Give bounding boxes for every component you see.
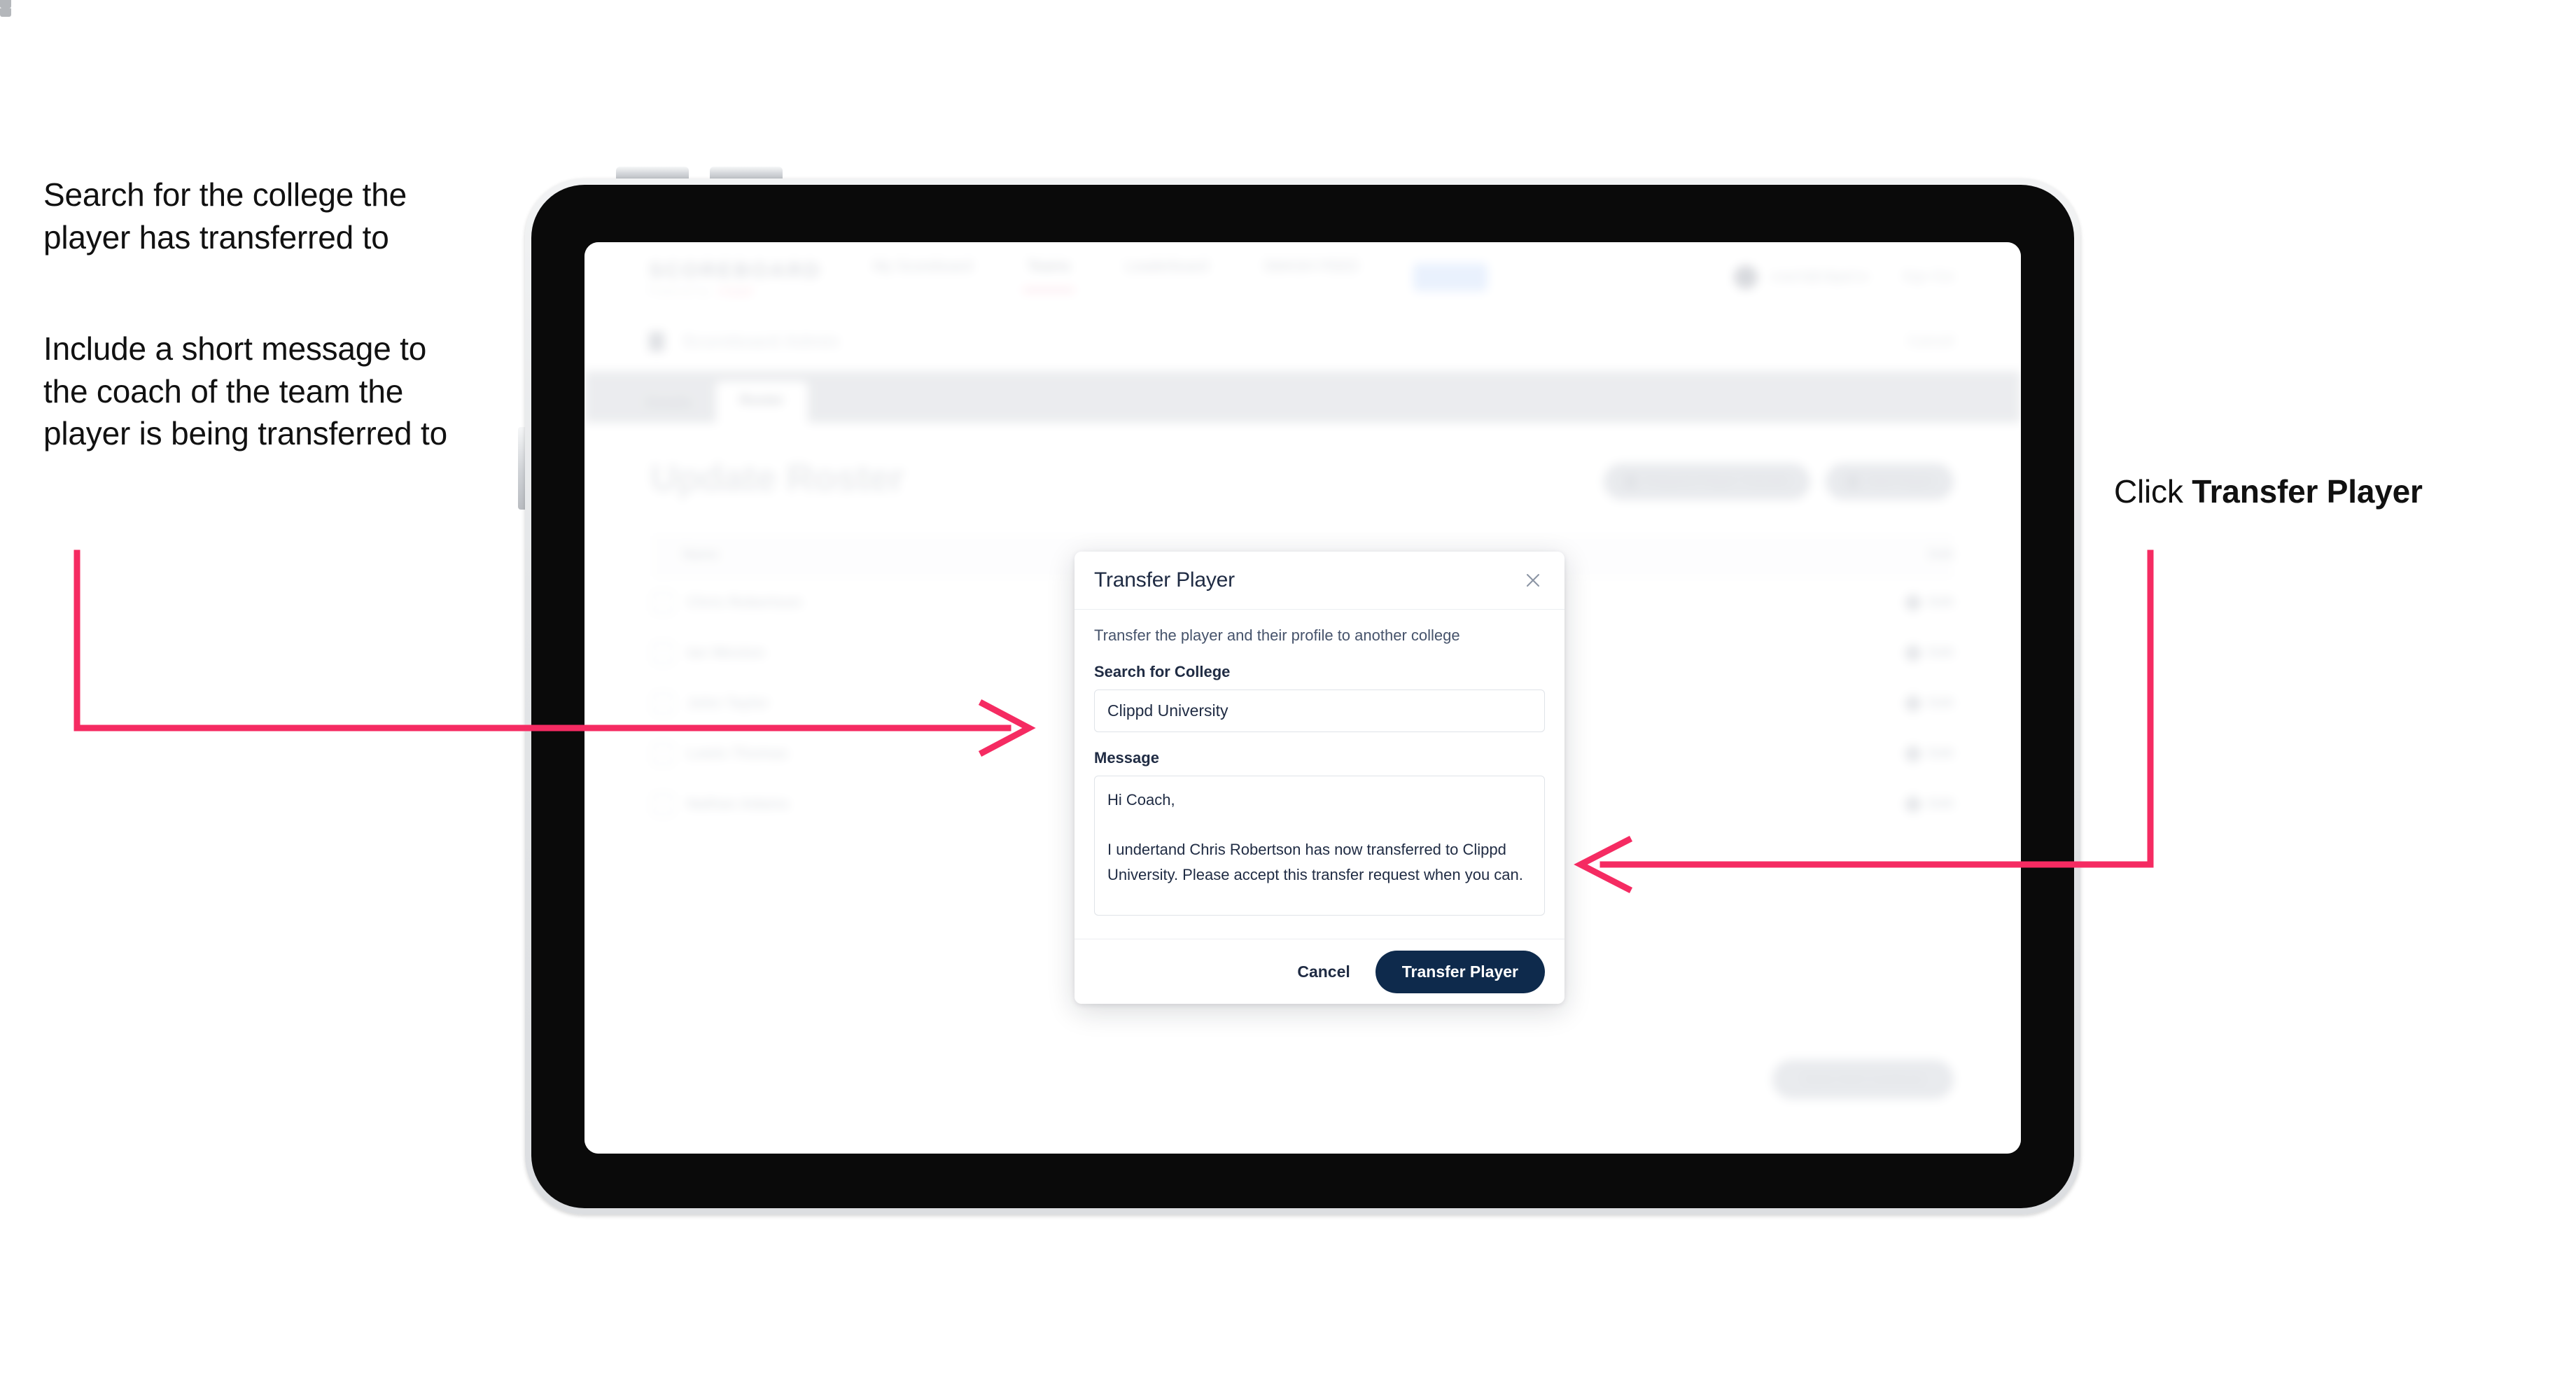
dialog-body: Transfer the player and their profile to…	[1074, 610, 1564, 939]
tablet-device-frame: SCOREBOARD Powered by clippd My Scoreboa…	[525, 178, 2080, 1214]
tablet-screen: SCOREBOARD Powered by clippd My Scoreboa…	[584, 242, 2021, 1154]
annotation-search-college: Search for the college the player has tr…	[43, 176, 407, 255]
transfer-player-dialog: Transfer Player Transfer the player and …	[1074, 552, 1564, 1004]
dialog-footer: Cancel Transfer Player	[1074, 939, 1564, 1004]
college-search-input[interactable]	[1094, 690, 1545, 732]
message-field-label: Message	[1094, 749, 1159, 766]
dialog-title: Transfer Player	[1094, 568, 1235, 592]
annotation-click-bold: Transfer Player	[2192, 473, 2423, 510]
dialog-subtitle: Transfer the player and their profile to…	[1094, 626, 1460, 644]
field-spacer	[1094, 732, 1545, 749]
annotation-include-message: Include a short message to the coach of …	[43, 330, 447, 452]
annotation-click-prefix: Click	[2114, 473, 2192, 510]
device-foot-left	[0, 0, 11, 8]
tablet-body: SCOREBOARD Powered by clippd My Scoreboa…	[531, 185, 2074, 1208]
message-textarea[interactable]: Hi Coach, I undertand Chris Robertson ha…	[1094, 776, 1545, 916]
annotation-click-transfer: Click Transfer Player	[2114, 470, 2548, 513]
dialog-header: Transfer Player	[1074, 552, 1564, 610]
device-foot-right	[0, 8, 11, 17]
cancel-button[interactable]: Cancel	[1293, 955, 1354, 988]
transfer-player-button[interactable]: Transfer Player	[1375, 950, 1545, 993]
close-icon[interactable]	[1521, 568, 1545, 592]
college-field-label: Search for College	[1094, 663, 1231, 680]
